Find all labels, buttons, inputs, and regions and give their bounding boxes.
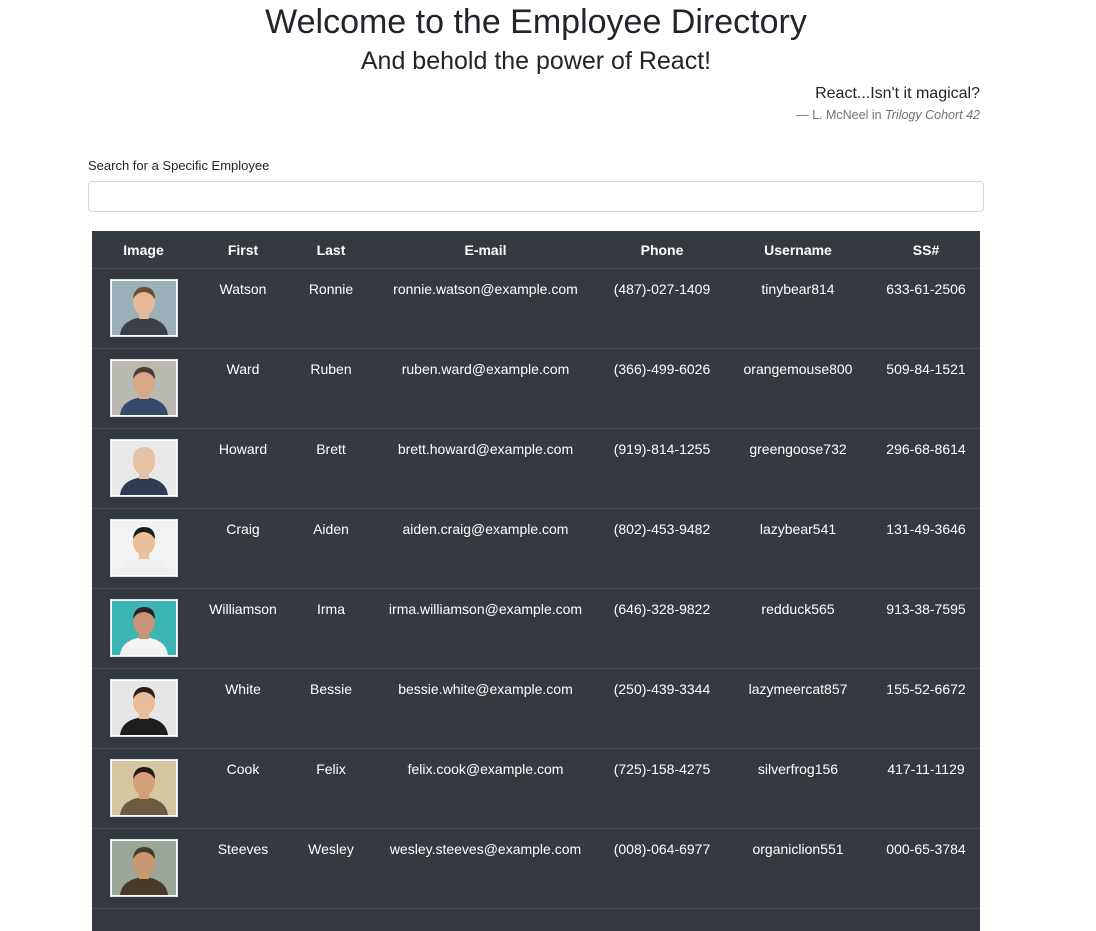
email-cell: wesley.steeves@example.com xyxy=(371,828,600,909)
column-header-last[interactable]: Last xyxy=(291,231,371,269)
ssn-cell: 000-65-3784 xyxy=(872,828,980,909)
phone-cell: (802)-453-9482 xyxy=(600,508,724,589)
column-header-image[interactable]: Image xyxy=(92,231,195,269)
last-name-cell: Irma xyxy=(291,588,371,669)
first-name-cell: Watson xyxy=(195,268,291,349)
ssn-cell: 155-52-6672 xyxy=(872,668,980,749)
employee-photo xyxy=(109,839,178,897)
last-name-cell: Ruben xyxy=(291,348,371,429)
quote-footer: — L. McNeel in Trilogy Cohort 42 xyxy=(796,106,980,124)
employee-photo xyxy=(109,519,178,577)
column-header-email[interactable]: E-mail xyxy=(371,231,600,269)
first-name-cell: Howard xyxy=(195,428,291,509)
column-header-phone[interactable]: Phone xyxy=(600,231,724,269)
username-cell: lazybear541 xyxy=(724,508,872,589)
table-row: White Bessie bessie.white@example.com (250)… xyxy=(92,668,980,749)
first-name-cell: White xyxy=(195,668,291,749)
employee-table: Image First Last E-mail Phone Username S… xyxy=(92,231,980,909)
image-cell xyxy=(92,668,195,749)
table-body: Watson Ronnie ronnie.watson@example.com (48… xyxy=(92,268,980,909)
quote-source: Trilogy Cohort 42 xyxy=(885,108,980,122)
column-header-first[interactable]: First xyxy=(195,231,291,269)
last-name-cell: Aiden xyxy=(291,508,371,589)
image-cell xyxy=(92,508,195,589)
email-cell: brett.howard@example.com xyxy=(371,428,600,509)
ssn-cell: 509-84-1521 xyxy=(872,348,980,429)
ssn-cell: 913-38-7595 xyxy=(872,588,980,669)
image-cell xyxy=(92,348,195,429)
username-cell: silverfrog156 xyxy=(724,748,872,829)
first-name-cell: Steeves xyxy=(195,828,291,909)
username-cell: orangemouse800 xyxy=(724,348,872,429)
employee-photo xyxy=(109,759,178,817)
table-row: Steeves Wesley wesley.steeves@example.com(… xyxy=(92,828,980,909)
ssn-cell: 633-61-2506 xyxy=(872,268,980,349)
username-cell: redduck565 xyxy=(724,588,872,669)
username-cell: tinybear814 xyxy=(724,268,872,349)
email-cell: ruben.ward@example.com xyxy=(371,348,600,429)
column-header-ssn[interactable]: SS# xyxy=(872,231,980,269)
column-header-username[interactable]: Username xyxy=(724,231,872,269)
phone-cell: (725)-158-4275 xyxy=(600,748,724,829)
image-cell xyxy=(92,748,195,829)
last-name-cell: Ronnie xyxy=(291,268,371,349)
username-cell: greengoose732 xyxy=(724,428,872,509)
table-row: Craig Aiden aiden.craig@example.com (802)-4… xyxy=(92,508,980,589)
table-row: Williamson Irma irma.williamson@example.co… xyxy=(92,588,980,669)
ssn-cell: 131-49-3646 xyxy=(872,508,980,589)
ssn-cell: 417-11-1129 xyxy=(872,748,980,829)
table-row: Ward Ruben ruben.ward@example.com (366)-499… xyxy=(92,348,980,429)
employee-photo xyxy=(109,599,178,657)
table-row: Howard Brett brett.howard@example.com (919)… xyxy=(92,428,980,509)
email-cell: aiden.craig@example.com xyxy=(371,508,600,589)
table-header-row: Image First Last E-mail Phone Username S… xyxy=(92,231,980,269)
phone-cell: (008)-064-6977 xyxy=(600,828,724,909)
page-subtitle: And behold the power of React! xyxy=(360,47,712,75)
email-cell: irma.williamson@example.com xyxy=(371,588,600,669)
image-cell xyxy=(92,588,195,669)
image-cell xyxy=(92,428,195,509)
table-row: Watson Ronnie ronnie.watson@example.com (48… xyxy=(92,268,980,349)
page-title: Welcome to the Employee Directory xyxy=(265,3,807,41)
email-cell: ronnie.watson@example.com xyxy=(371,268,600,349)
phone-cell: (487)-027-1409 xyxy=(600,268,724,349)
quote-author: — L. McNeel in xyxy=(796,108,886,122)
image-cell xyxy=(92,828,195,909)
phone-cell: (646)-328-9822 xyxy=(600,588,724,669)
quote-text: React...Isn't it magical? xyxy=(815,85,980,102)
phone-cell: (366)-499-6026 xyxy=(600,348,724,429)
first-name-cell: Cook xyxy=(195,748,291,829)
last-name-cell: Bessie xyxy=(291,668,371,749)
employee-photo xyxy=(109,359,178,417)
last-name-cell: Felix xyxy=(291,748,371,829)
last-name-cell: Brett xyxy=(291,428,371,509)
first-name-cell: Ward xyxy=(195,348,291,429)
phone-cell: (919)-814-1255 xyxy=(600,428,724,509)
email-cell: bessie.white@example.com xyxy=(371,668,600,749)
employee-photo xyxy=(109,679,178,737)
employee-photo xyxy=(109,279,178,337)
first-name-cell: Craig xyxy=(195,508,291,589)
employee-photo xyxy=(109,439,178,497)
quote-block: React...Isn't it magical? — L. McNeel in… xyxy=(796,84,980,124)
search-label: Search for a Specific Employee xyxy=(88,158,270,173)
username-cell: organiclion551 xyxy=(724,828,872,909)
phone-cell: (250)-439-3344 xyxy=(600,668,724,749)
ssn-cell: 296-68-8614 xyxy=(872,428,980,509)
last-name-cell: Wesley xyxy=(291,828,371,909)
employee-table-container: Image First Last E-mail Phone Username S… xyxy=(92,231,980,931)
username-cell: lazymeercat857 xyxy=(724,668,872,749)
first-name-cell: Williamson xyxy=(195,588,291,669)
table-row: Cook Felix felix.cook@example.com (725)-158… xyxy=(92,748,980,829)
image-cell xyxy=(92,268,195,349)
search-input[interactable] xyxy=(88,181,984,212)
email-cell: felix.cook@example.com xyxy=(371,748,600,829)
